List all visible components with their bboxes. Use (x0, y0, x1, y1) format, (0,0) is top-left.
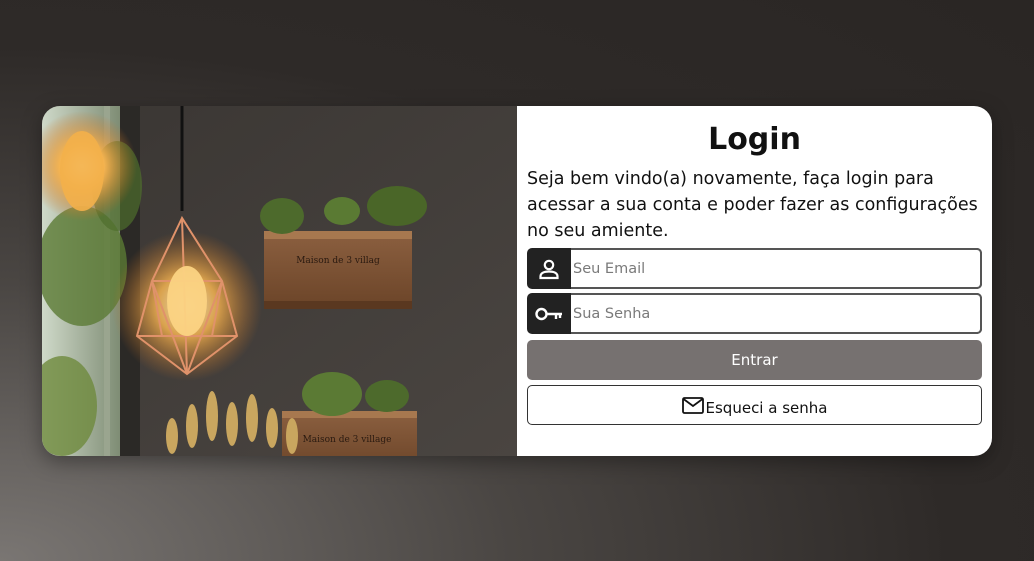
email-field-group (527, 248, 982, 289)
page-title: Login (708, 122, 801, 157)
forgot-password-label: Esqueci a senha (705, 399, 828, 417)
crate-label-bottom: Maison de 3 village (303, 435, 392, 445)
welcome-text: Seja bem vindo(a) novamente, faça login … (527, 169, 978, 241)
email-input[interactable] (571, 248, 982, 289)
decor-photo: Maison de 3 villag Maison de 3 village (42, 106, 517, 456)
key-icon (527, 293, 571, 334)
lamp-photo-illustration: Maison de 3 villag Maison de 3 village (42, 106, 517, 456)
envelope-icon (681, 396, 704, 414)
login-card: Maison de 3 villag Maison de 3 village L… (42, 106, 992, 456)
crate-label-top: Maison de 3 villag (296, 256, 380, 266)
forgot-password-button[interactable]: Esqueci a senha (527, 385, 982, 425)
user-icon (527, 248, 571, 289)
login-panel: Login Seja bem vindo(a) novamente, faça … (517, 106, 992, 456)
password-field-group (527, 293, 982, 334)
submit-button[interactable]: Entrar (527, 340, 982, 380)
password-input[interactable] (571, 293, 982, 334)
